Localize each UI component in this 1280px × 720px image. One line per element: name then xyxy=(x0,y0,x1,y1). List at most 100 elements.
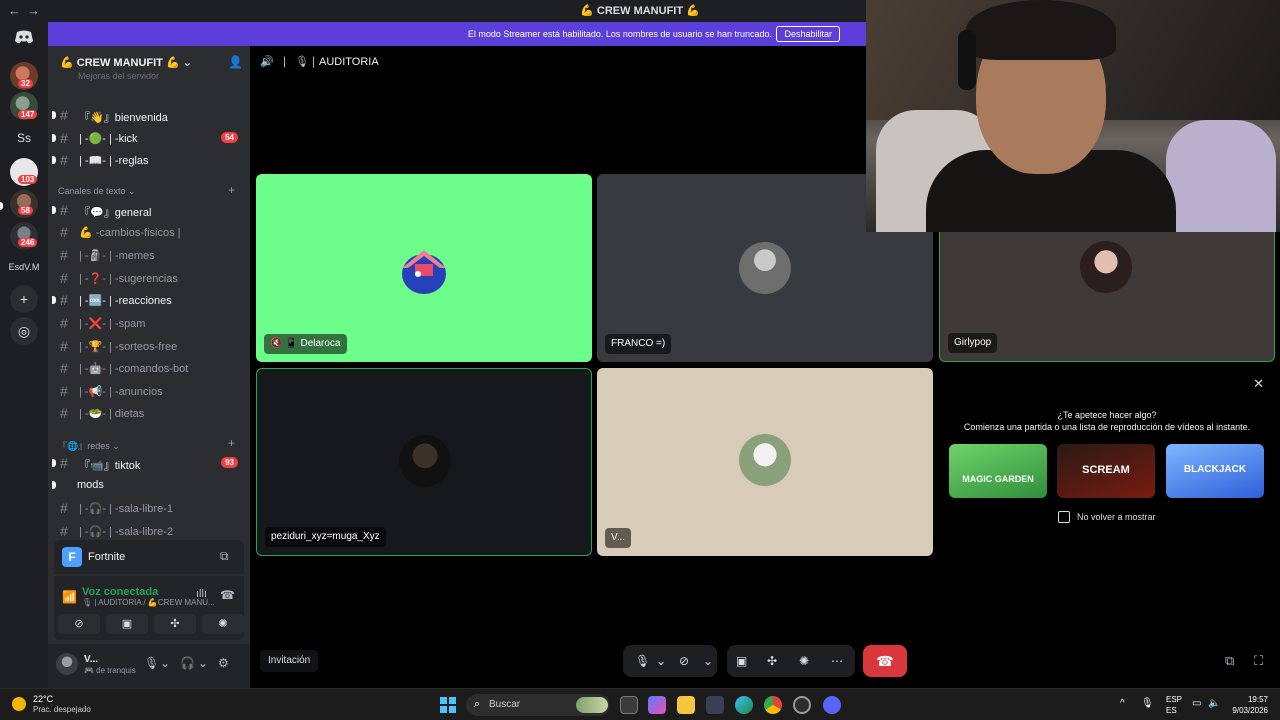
banner-text: El modo Streamer está habilitado. Los no… xyxy=(467,29,772,39)
mic-icon[interactable]: 🎙 xyxy=(144,656,159,670)
activity-card[interactable]: F Fortnite ⧉ xyxy=(54,540,244,574)
channel-item[interactable]: # | -🗿- | -memes xyxy=(54,245,244,265)
channel-item[interactable]: # 『👋』bienvenida xyxy=(52,105,244,125)
disconnect-icon[interactable]: ☎ xyxy=(220,588,235,602)
chevron-down-icon[interactable]: ⌄ xyxy=(160,656,170,670)
avatar[interactable] xyxy=(56,653,78,675)
chevron-down-icon[interactable]: ⌄ xyxy=(703,654,713,668)
weather-condition[interactable]: Prac. despejado xyxy=(33,705,91,714)
hash-icon: # xyxy=(60,523,68,539)
discord-home-icon[interactable] xyxy=(14,30,34,44)
channel-item[interactable]: # | -🎧- | -sala-libre-1 xyxy=(54,498,244,518)
windows-start-icon[interactable] xyxy=(440,697,456,713)
network-icon[interactable]: ▭ xyxy=(1192,698,1201,709)
channel-item[interactable]: # | -📢- | -anuncios xyxy=(54,381,244,401)
channel-item[interactable]: # | -📖- | -reglas xyxy=(52,150,244,170)
screen-share-button[interactable]: ▣ xyxy=(106,614,148,634)
invite-button[interactable]: Invitación xyxy=(260,650,319,672)
chevron-down-icon[interactable]: ⌄ xyxy=(656,654,666,668)
category-text-channels[interactable]: Canales de texto ⌄ xyxy=(58,186,136,197)
add-channel-icon[interactable]: + xyxy=(228,183,235,197)
channel-item[interactable]: # | -❌- | -spam xyxy=(54,313,244,333)
hang-up-button[interactable]: ☎ xyxy=(863,645,907,677)
channel-item[interactable]: mods xyxy=(52,475,244,495)
channel-item[interactable]: # | -🏆- | -sorteos-free xyxy=(54,336,244,356)
app-icon[interactable] xyxy=(793,696,811,714)
hash-icon: # xyxy=(60,500,68,516)
channel-item[interactable]: # 『💬』general xyxy=(52,200,244,220)
channel-item[interactable]: # 『📹』tiktok 93 xyxy=(52,453,244,473)
hash-icon: # xyxy=(60,130,68,146)
keyboard-layout[interactable]: ES xyxy=(1166,706,1177,715)
signal-icon[interactable]: 📶 xyxy=(62,590,77,604)
tile-label: 🔇 📱 Delaroca xyxy=(264,334,347,354)
dont-show-again-checkbox[interactable] xyxy=(1058,511,1070,523)
camera-off-button[interactable]: ⊘ xyxy=(58,614,100,634)
headphones-icon[interactable]: 🎧 xyxy=(180,656,195,670)
edge-icon[interactable] xyxy=(735,696,753,714)
channel-item[interactable]: # | -🤖- | -comandos-bot xyxy=(54,358,244,378)
video-tile[interactable]: 🔇 📱 Delaroca xyxy=(256,174,592,362)
category-redes[interactable]: 『🌐』redes ⌄ xyxy=(58,439,120,452)
explore-icon[interactable]: ◎ xyxy=(10,317,38,345)
activities-button[interactable]: ✣ xyxy=(154,614,196,634)
game-card-blackjack[interactable]: BLACKJACK xyxy=(1166,444,1264,498)
voice-panel: 📶 Voz conectada 🎙 | AUDITORIA / 💪CREW MA… xyxy=(54,576,244,640)
screen-share-icon[interactable]: ▣ xyxy=(736,654,747,668)
store-icon[interactable] xyxy=(706,696,724,714)
add-server-icon[interactable]: + xyxy=(10,285,38,313)
file-explorer-icon[interactable] xyxy=(677,696,695,714)
more-icon[interactable]: ⋯ xyxy=(831,654,843,668)
hash-icon: # xyxy=(60,270,68,286)
avatar xyxy=(1080,241,1132,293)
taskbar-search[interactable]: ⌕ Buscar xyxy=(466,694,610,716)
server-icon-ss[interactable]: Ss xyxy=(10,124,38,152)
boost-item[interactable]: Mejoras del servidor xyxy=(78,71,159,81)
channel-item[interactable]: # | -🟢- | -kick 54 xyxy=(52,128,244,148)
noise-suppression-icon[interactable]: ıllı xyxy=(196,588,207,600)
mic-icon[interactable]: 🎙 xyxy=(635,654,650,668)
soundboard-button[interactable]: ✺ xyxy=(202,614,244,634)
add-member-icon[interactable]: 👤 xyxy=(228,55,243,69)
disable-streamer-button[interactable]: Deshabilitar xyxy=(776,26,840,42)
chrome-icon[interactable] xyxy=(764,696,782,714)
activity-settings-icon[interactable]: ⧉ xyxy=(220,549,229,564)
tray-chevron-icon[interactable]: ^ xyxy=(1120,698,1125,709)
game-card-magic-garden[interactable]: MAGIC GARDEN xyxy=(949,444,1047,498)
username[interactable]: V... xyxy=(84,654,98,665)
server-name-label[interactable]: EsdV.M xyxy=(0,262,48,272)
gear-icon[interactable]: ⚙ xyxy=(218,656,229,670)
task-view-icon[interactable] xyxy=(620,696,638,714)
activities-icon[interactable]: ✣ xyxy=(767,654,777,668)
channel-item[interactable]: # | -❓- | -sugerencias xyxy=(54,268,244,288)
channel-item[interactable]: # 💪 -cambios-fisicos | xyxy=(54,222,244,242)
voice-channel-icon: 🎙 xyxy=(295,56,309,68)
fullscreen-icon[interactable]: ⛶ xyxy=(1254,653,1263,669)
video-tile[interactable]: V... xyxy=(597,368,933,556)
close-icon[interactable]: ✕ xyxy=(1253,376,1264,392)
hash-icon: # xyxy=(60,315,68,331)
add-channel-icon[interactable]: + xyxy=(228,436,235,450)
chevron-down-icon[interactable]: ⌄ xyxy=(198,656,208,670)
soundboard-icon[interactable]: ✺ xyxy=(799,654,809,668)
hash-icon: # xyxy=(60,405,68,421)
discord-taskbar-icon[interactable] xyxy=(823,696,841,714)
mic-tray-icon[interactable]: 🎙 xyxy=(1141,698,1154,709)
voice-channel-path[interactable]: 🎙 | AUDITORIA / 💪CREW MANU... xyxy=(82,598,215,607)
weather-icon[interactable] xyxy=(12,697,26,711)
game-card-scream[interactable]: SCREAM xyxy=(1057,444,1155,498)
camera-off-icon[interactable]: ⊘ xyxy=(679,654,689,668)
clock-time[interactable]: 19:57 xyxy=(1228,695,1268,704)
channel-item[interactable]: # | -🆒- | -reacciones xyxy=(52,290,244,310)
voice-status[interactable]: Voz conectada xyxy=(82,586,158,598)
language-indicator[interactable]: ESP xyxy=(1166,695,1182,704)
copilot-icon[interactable] xyxy=(648,696,666,714)
clock-date[interactable]: 9/03/2026 xyxy=(1228,706,1268,715)
video-tile[interactable]: peziduri_xyz=muga_Xyz xyxy=(256,368,592,556)
channel-item[interactable]: # | -🥗- | dietas xyxy=(54,403,244,423)
popout-icon[interactable]: ⧉ xyxy=(1225,653,1234,669)
channel-sidebar: 💪 CREW MANUFIT 💪 ⌄ 👤 Mejoras del servido… xyxy=(48,46,250,688)
volume-icon[interactable]: 🔈 xyxy=(1208,698,1220,709)
weather-temp[interactable]: 22°C xyxy=(33,694,53,704)
channel-item[interactable]: # | -🎧- | -sala-libre-2 xyxy=(54,521,244,541)
